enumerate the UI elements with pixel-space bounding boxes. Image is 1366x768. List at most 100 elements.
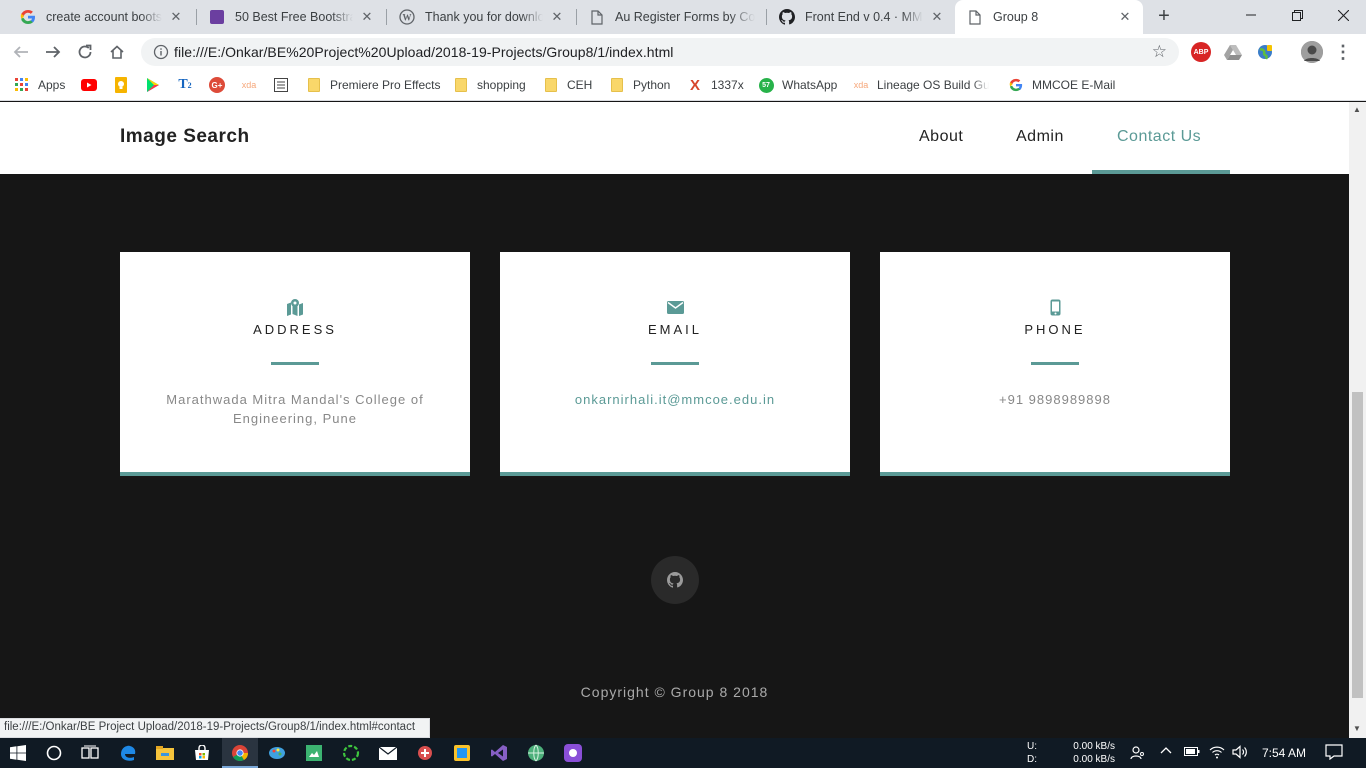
browser-tab[interactable]: W Thank you for downloading ✕	[387, 0, 575, 34]
folder-icon	[453, 77, 469, 93]
contact-card-email: EMAIL onkarnirhali.it@mmcoe.edu.in	[500, 252, 850, 476]
nav-link-about[interactable]: About	[919, 128, 963, 146]
browser-tab-strip: create account bootstrap ✕ 50 Best Free …	[0, 0, 1366, 34]
volume-icon[interactable]	[1232, 745, 1248, 762]
email-link[interactable]: onkarnirhali.it@mmcoe.edu.in	[540, 390, 810, 409]
home-button[interactable]	[105, 40, 129, 64]
close-icon[interactable]: ✕	[168, 9, 184, 25]
scrollbar-thumb[interactable]	[1352, 392, 1363, 698]
bookmark-google-plus[interactable]: G+	[209, 76, 233, 94]
close-icon[interactable]: ✕	[1117, 9, 1133, 25]
drive-icon[interactable]	[1223, 42, 1243, 62]
folder-icon	[543, 77, 559, 93]
info-icon[interactable]	[153, 44, 169, 65]
bookmark-reader[interactable]	[273, 76, 297, 94]
restore-button[interactable]	[1274, 0, 1320, 30]
task-view-icon[interactable]	[80, 743, 100, 763]
bookmark-folder-python[interactable]: Python	[609, 76, 670, 94]
card-divider	[651, 362, 699, 365]
windows-start-icon[interactable]	[8, 743, 28, 763]
bookmark-youtube[interactable]	[81, 76, 105, 94]
paint-icon[interactable]	[267, 743, 287, 763]
close-icon[interactable]: ✕	[359, 9, 375, 25]
tab-title: Au Register Forms by Colorlib	[615, 10, 755, 24]
site-brand[interactable]: Image Search	[120, 126, 250, 148]
bookmark-folder-shopping[interactable]: shopping	[453, 76, 526, 94]
bookmark-apps[interactable]: Apps	[14, 76, 65, 94]
chrome-icon[interactable]	[230, 743, 250, 763]
close-icon[interactable]: ✕	[929, 9, 945, 25]
scroll-up-arrow-icon[interactable]: ▲	[1353, 105, 1361, 114]
bookmark-mmcoe-email[interactable]: MMCOE E-Mail	[1008, 76, 1115, 94]
link-status-bubble: file:///E:/Onkar/BE Project Upload/2018-…	[0, 718, 431, 738]
mobile-phone-icon	[880, 299, 1230, 317]
browser-tab[interactable]: create account bootstrap ✕	[8, 0, 194, 34]
bookmark-label: Lineage OS Build Guide	[877, 78, 989, 92]
bookmark-xda[interactable]: xda	[241, 76, 265, 94]
media-app-icon[interactable]	[563, 743, 583, 763]
upload-speed: 0.00 kB/s	[1073, 741, 1115, 752]
bookmark-folder-premiere[interactable]: Premiere Pro Effects	[306, 76, 440, 94]
bookmark-t2[interactable]: T2	[177, 76, 201, 94]
cortana-search-icon[interactable]	[44, 743, 64, 763]
mail-icon[interactable]	[378, 743, 398, 763]
tab-title: create account bootstrap	[46, 10, 162, 24]
nav-link-admin[interactable]: Admin	[1016, 128, 1064, 146]
browser-tab[interactable]: Au Register Forms by Colorlib	[577, 0, 765, 34]
card-divider	[271, 362, 319, 365]
folder-icon	[609, 77, 625, 93]
scroll-down-arrow-icon[interactable]: ▼	[1353, 724, 1361, 733]
people-icon[interactable]	[1130, 745, 1146, 764]
address-bar[interactable]: file:///E:/Onkar/BE%20Project%20Upload/2…	[141, 38, 1179, 66]
globe-app-icon[interactable]	[526, 743, 546, 763]
game-app-icon[interactable]	[415, 743, 435, 763]
bookmark-label: CEH	[567, 78, 593, 92]
adblock-plus-icon[interactable]: ABP	[1191, 42, 1211, 62]
github-social-button[interactable]	[651, 556, 699, 604]
download-speed: 0.00 kB/s	[1073, 754, 1115, 765]
edge-browser-icon[interactable]	[118, 743, 138, 763]
menu-kebab-icon[interactable]: ⋮	[1333, 42, 1353, 62]
file-explorer-icon[interactable]	[155, 743, 175, 763]
vpn-globe-icon[interactable]	[1255, 42, 1275, 62]
profile-avatar-icon[interactable]	[1301, 41, 1323, 63]
browser-tab[interactable]: 50 Best Free Bootstrap Login ✕	[197, 0, 385, 34]
apps-grid-icon	[14, 77, 30, 93]
taskbar-clock[interactable]: 7:54 AM	[1262, 746, 1306, 760]
nav-link-contact[interactable]: Contact Us	[1117, 128, 1201, 146]
bookmark-star-icon[interactable]: ☆	[1152, 42, 1167, 62]
close-window-button[interactable]	[1320, 0, 1366, 30]
bookmark-keep[interactable]	[113, 76, 137, 94]
minimize-button[interactable]	[1228, 0, 1274, 30]
bookmark-play-store[interactable]	[145, 76, 169, 94]
image-editor-icon[interactable]	[304, 743, 324, 763]
store-icon[interactable]	[192, 743, 212, 763]
close-icon[interactable]: ✕	[549, 9, 565, 25]
bookmark-1337x[interactable]: X 1337x	[687, 76, 744, 94]
browser-tab[interactable]: Front End v 0.4 · MMCOE ✕	[767, 0, 955, 34]
new-tab-button[interactable]: +	[1154, 6, 1174, 27]
back-button[interactable]	[9, 40, 33, 64]
bookmark-label: shopping	[477, 78, 526, 92]
tab-title: 50 Best Free Bootstrap Login	[235, 10, 353, 24]
show-hidden-icons-chevron-icon[interactable]	[1160, 745, 1172, 760]
folder-icon	[306, 77, 322, 93]
visual-studio-icon[interactable]	[489, 743, 509, 763]
action-center-icon[interactable]	[1325, 744, 1343, 763]
bookmark-folder-ceh[interactable]: CEH	[543, 76, 592, 94]
browser-tab-active[interactable]: Group 8 ✕	[955, 0, 1143, 34]
battery-icon[interactable]	[1184, 745, 1200, 760]
keep-icon	[113, 77, 129, 93]
contact-card-address: ADDRESS Marathwada Mitra Mandal's Colleg…	[120, 252, 470, 476]
sync-app-icon[interactable]	[341, 743, 361, 763]
bookmark-lineage[interactable]: xda Lineage OS Build Guide	[853, 76, 989, 94]
page-scrollbar[interactable]: ▲ ▼	[1349, 102, 1366, 738]
wifi-icon[interactable]	[1209, 745, 1225, 762]
bookmark-whatsapp[interactable]: 57 WhatsApp	[758, 76, 837, 94]
reload-button[interactable]	[73, 40, 97, 64]
forward-button[interactable]	[41, 40, 65, 64]
map-marked-icon	[120, 299, 470, 317]
dev-tool-icon[interactable]	[452, 743, 472, 763]
wordpress-icon: W	[399, 9, 415, 25]
google-icon	[20, 9, 36, 25]
